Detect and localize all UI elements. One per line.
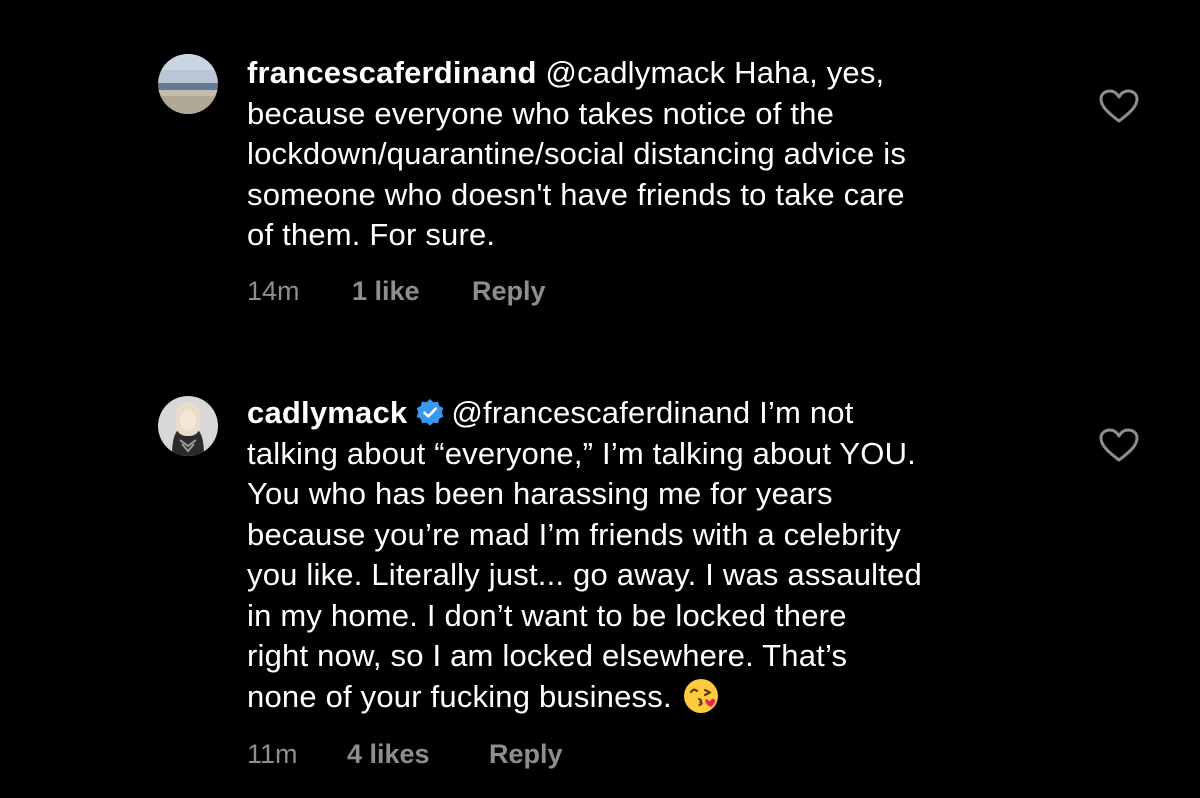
comment-text: I’m not [759,395,854,430]
comment-last-line: none of your fucking business. [247,677,1047,718]
avatar[interactable] [158,54,218,114]
face-blowing-a-kiss-icon [682,677,720,715]
timestamp: 11m [247,739,298,769]
mention-link[interactable]: @francescaferdinand [451,395,750,430]
comment-text: of them. For sure. [247,217,496,252]
reply-button[interactable]: Reply [489,739,563,770]
username[interactable]: cadlymack [247,395,407,430]
verified-badge-icon [415,398,445,428]
comment-text: you like. Literally just... go away. I w… [247,557,922,592]
comment-meta: 14m 1 like Reply [247,276,546,307]
comment-body: cadlymack @francescaferdinand I’m not tal… [247,393,1047,717]
comment-text: someone who doesn't have friends to take… [247,176,905,212]
timestamp: 14m [247,276,300,306]
comment-text: You who has been harassing me for years [247,476,833,511]
comment-first-line: francescaferdinand @cadlymack Haha, yes, [247,53,1047,94]
reply-button[interactable]: Reply [472,276,546,307]
comment-text: because you’re mad I’m friends with a ce… [247,516,901,552]
like-button[interactable] [1098,88,1140,124]
mention-link[interactable]: @cadlymack [545,55,725,90]
comment-meta: 11m 4 likes Reply [247,739,563,770]
comment-text: right now, so I am locked elsewhere. Tha… [247,638,848,673]
like-button[interactable] [1098,427,1140,463]
heart-outline-icon [1099,428,1139,462]
comment-text: because everyone who takes notice of the [247,95,835,131]
avatar[interactable] [158,396,218,456]
comment-body: francescaferdinand @cadlymack Haha, yes,… [247,53,1047,256]
comment-text: talking about “everyone,” I’m talking ab… [247,435,916,471]
portrait-photo-avatar-icon [158,396,218,456]
comment-text: in my home. I don’t want to be locked th… [247,597,847,633]
heart-outline-icon [1099,89,1139,123]
likes-count[interactable]: 4 likes [347,739,489,770]
beach-photo-avatar-icon [158,54,218,114]
username[interactable]: francescaferdinand [247,55,537,90]
likes-count[interactable]: 1 like [352,276,472,307]
comment-text: lockdown/quarantine/social distancing ad… [247,136,907,171]
comment-text: none of your fucking business. [247,678,672,714]
comment-text: Haha, yes, [734,55,885,90]
comment-first-line: cadlymack @francescaferdinand I’m not [247,393,1047,434]
